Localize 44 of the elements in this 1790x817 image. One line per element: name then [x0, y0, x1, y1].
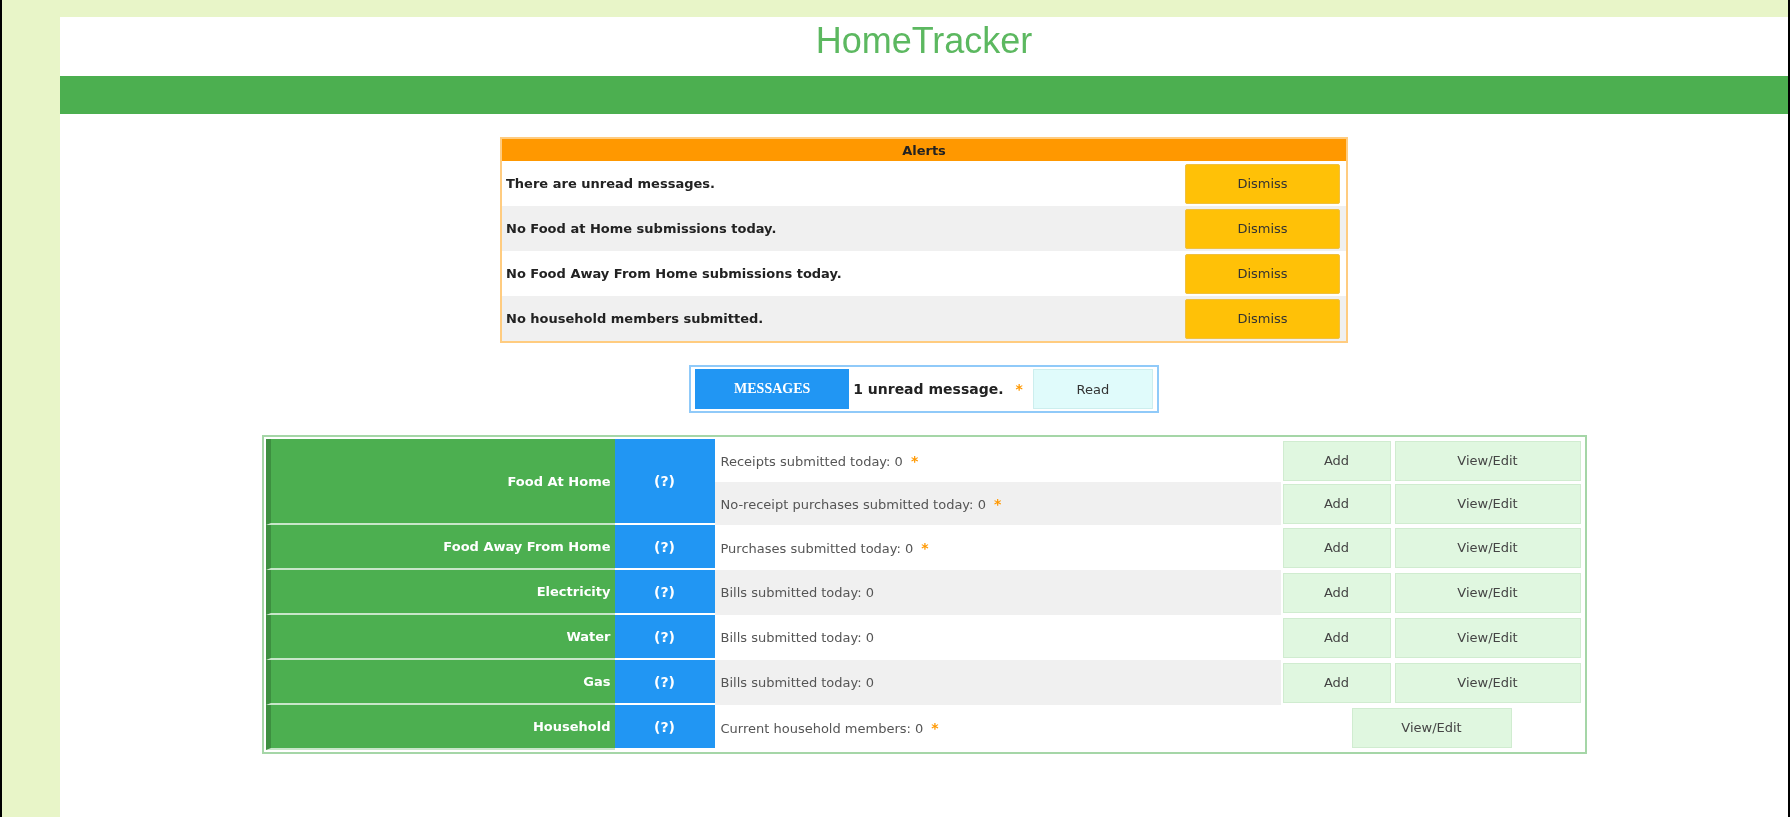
- status-text: Purchases submitted today: 0: [720, 540, 914, 556]
- category-label: Electricity: [536, 584, 611, 599]
- category-label: Household: [532, 719, 611, 734]
- view-edit-button[interactable]: View/Edit: [1394, 527, 1581, 568]
- add-button[interactable]: Add: [1282, 572, 1391, 613]
- add-button[interactable]: Add: [1282, 617, 1391, 658]
- dismiss-button[interactable]: Dismiss: [1185, 163, 1340, 204]
- message-text: 1 unread message.: [853, 381, 1004, 397]
- alert-text: There are unread messages.: [506, 176, 715, 191]
- dismiss-button[interactable]: Dismiss: [1185, 253, 1340, 294]
- view-edit-button[interactable]: View/Edit: [1394, 617, 1581, 658]
- category-label: Food At Home: [507, 473, 611, 489]
- required-mark: *: [910, 452, 919, 469]
- add-button[interactable]: Add: [1282, 440, 1391, 481]
- category-label: Food Away From Home: [443, 539, 611, 554]
- required-mark: *: [921, 539, 929, 556]
- required-mark: *: [1015, 381, 1023, 397]
- dismiss-button[interactable]: Dismiss: [1185, 208, 1340, 249]
- status-text: Receipts submitted today: 0: [720, 453, 903, 469]
- alerts-title: Alerts: [902, 142, 946, 158]
- view-edit-button[interactable]: View/Edit: [1394, 440, 1581, 481]
- status-text: Bills submitted today: 0: [720, 585, 875, 600]
- status-text: Current household members: 0: [720, 720, 924, 736]
- status-text: No-receipt purchases submitted today: 0: [720, 496, 986, 512]
- dismiss-button[interactable]: Dismiss: [1185, 298, 1340, 339]
- view-edit-button[interactable]: View/Edit: [1351, 707, 1512, 748]
- view-edit-button[interactable]: View/Edit: [1394, 483, 1581, 524]
- messages-label: MESSAGES: [695, 369, 850, 409]
- view-edit-button[interactable]: View/Edit: [1394, 662, 1581, 703]
- category-label: Water: [566, 629, 611, 644]
- view-edit-button[interactable]: View/Edit: [1394, 572, 1581, 613]
- add-button[interactable]: Add: [1282, 527, 1391, 568]
- alert-text: No household members submitted.: [506, 311, 764, 326]
- alert-text: No Food at Home submissions today.: [506, 221, 777, 236]
- status-text: Bills submitted today: 0: [720, 675, 875, 690]
- add-button[interactable]: Add: [1282, 662, 1391, 703]
- add-button[interactable]: Add: [1282, 483, 1391, 524]
- app-title: HomeTracker: [815, 19, 1033, 63]
- alert-text: No Food Away From Home submissions today.: [506, 266, 842, 281]
- required-mark: *: [931, 719, 939, 736]
- read-button[interactable]: Read: [1032, 369, 1153, 409]
- status-text: Bills submitted today: 0: [720, 630, 875, 645]
- category-label: Gas: [583, 674, 611, 689]
- required-mark: *: [993, 495, 1002, 512]
